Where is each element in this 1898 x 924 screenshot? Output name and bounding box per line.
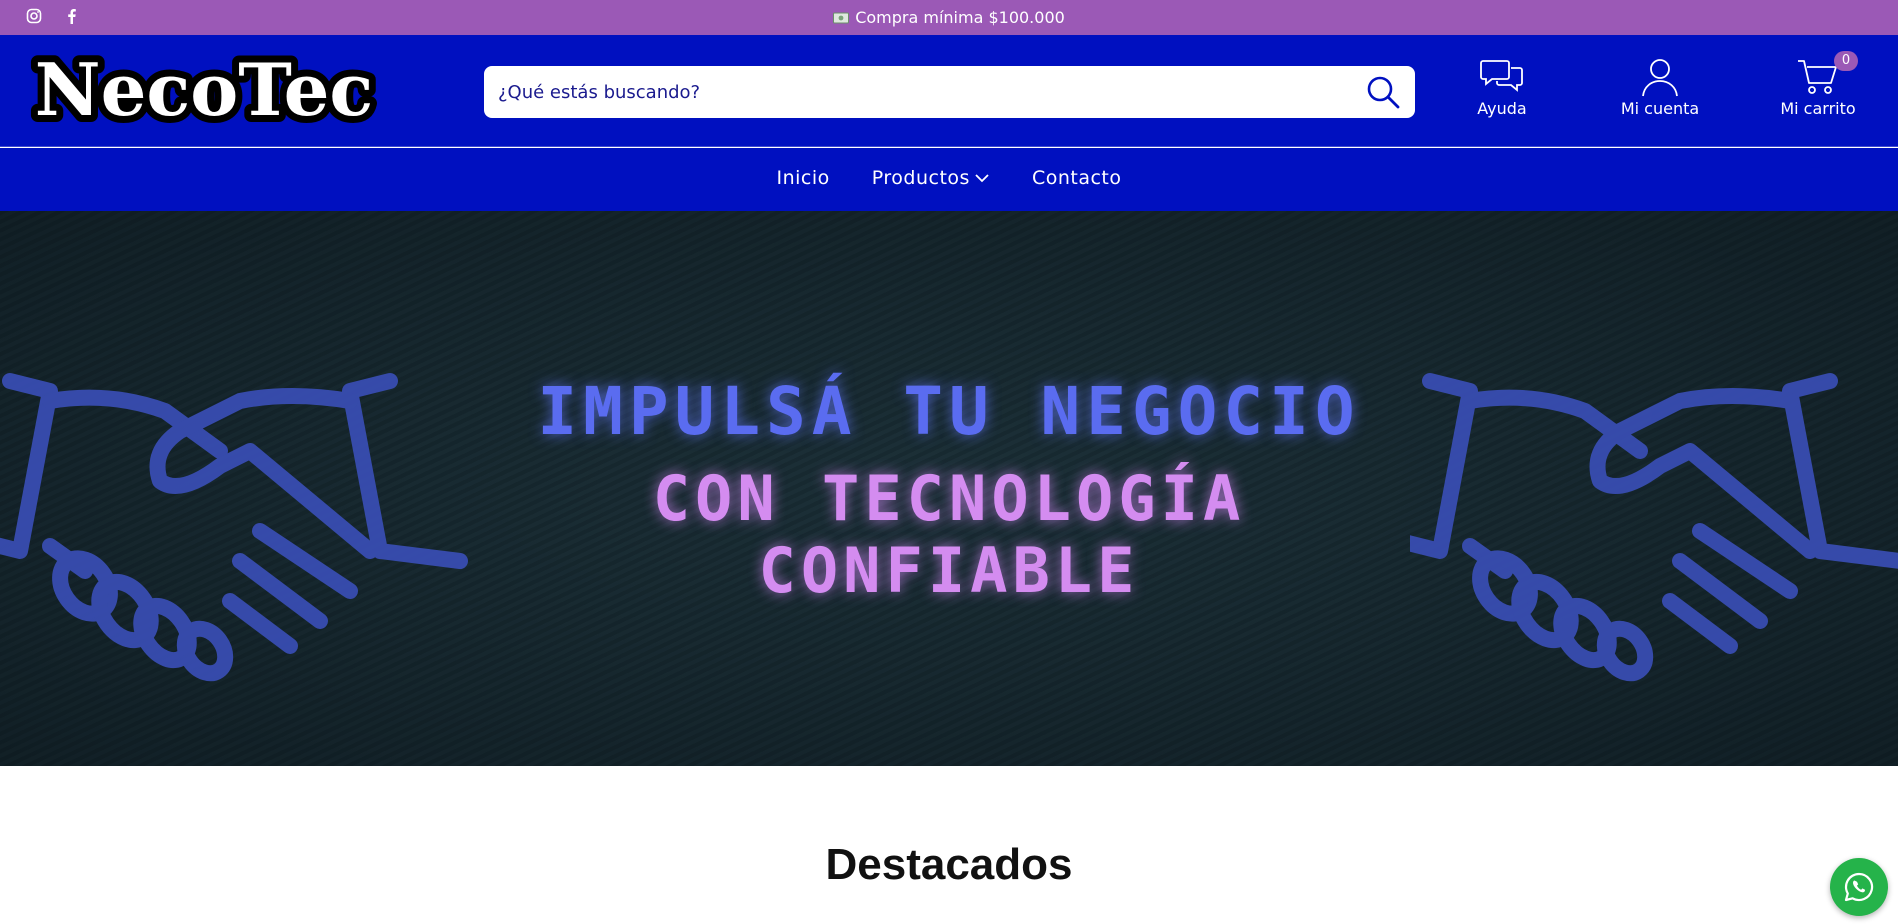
hero-subheadline: CON TECNOLOGÍA CONFIABLE [652,462,1246,607]
money-icon [833,9,850,24]
promo-text: Compra mínima $100.000 [855,8,1065,27]
search-box [484,66,1415,118]
cart-label: Mi carrito [1780,99,1856,118]
nav-item-productos[interactable]: Productos [872,167,990,189]
featured-section-title: Destacados [825,840,1073,889]
account-link[interactable]: Mi cuenta [1590,57,1730,118]
account-label: Mi cuenta [1620,99,1700,118]
hero-headline: IMPULSÁ TU NEGOCIO [537,373,1361,450]
main-nav: Inicio Productos Contacto [0,148,1898,211]
cart-count-badge: 0 [1834,51,1858,71]
logo-text: NecoTec [35,49,373,132]
user-icon [1638,57,1682,97]
help-label: Ayuda [1477,99,1527,118]
necotec-logo[interactable]: NecoTec NecoTec [18,40,390,139]
search-icon[interactable] [1365,74,1401,110]
site-header: NecoTec NecoTec Ayuda Mi cuenta 0 Mi car… [0,35,1898,147]
help-link[interactable]: Ayuda [1432,57,1572,118]
promo-bar: Compra mínima $100.000 [0,0,1898,35]
whatsapp-button[interactable] [1830,858,1888,916]
whatsapp-icon [1844,872,1874,902]
nav-item-contacto[interactable]: Contacto [1032,167,1122,189]
cart-link[interactable]: 0 Mi carrito [1748,51,1888,118]
chat-bubbles-icon [1480,57,1524,97]
nav-item-inicio[interactable]: Inicio [777,167,830,189]
search-input[interactable] [498,66,1338,118]
promo-message: Compra mínima $100.000 [0,8,1898,28]
chevron-down-icon [974,167,990,183]
hero-banner[interactable]: IMPULSÁ TU NEGOCIO CON TECNOLOGÍA CONFIA… [0,211,1898,766]
